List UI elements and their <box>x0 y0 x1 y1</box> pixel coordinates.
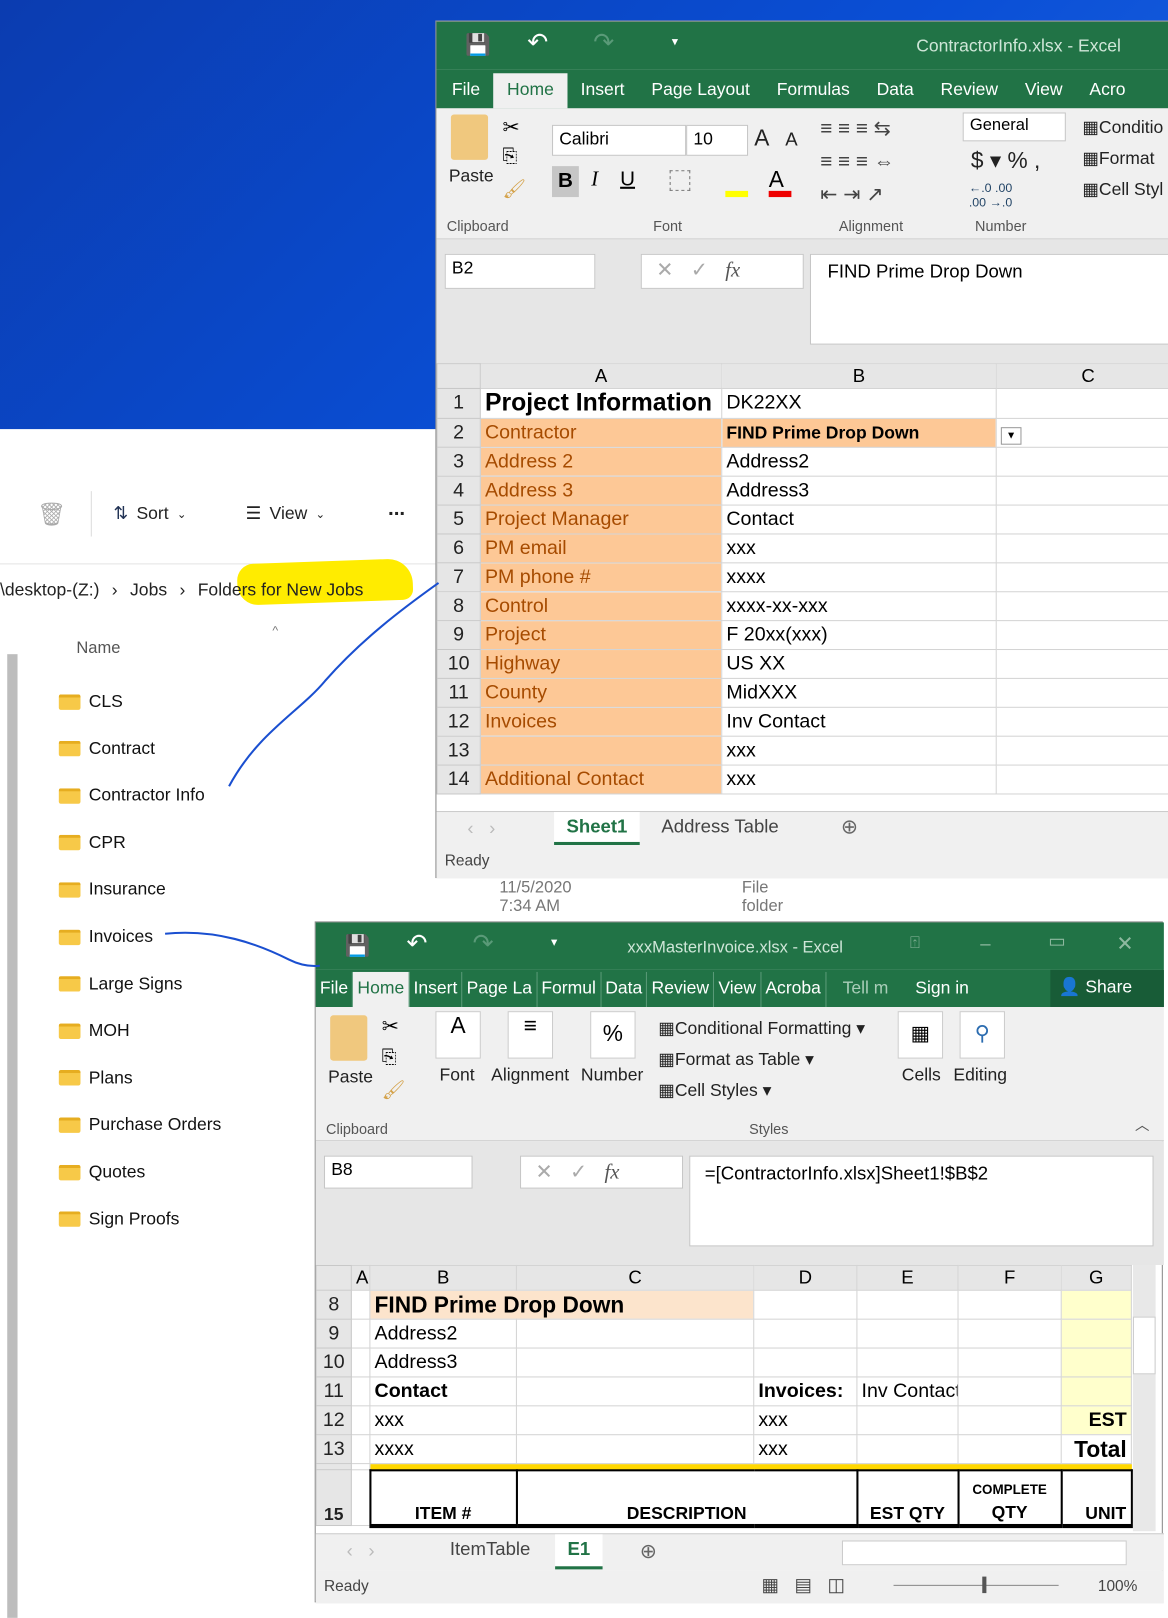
hand-drawn-annotations <box>164 582 440 968</box>
